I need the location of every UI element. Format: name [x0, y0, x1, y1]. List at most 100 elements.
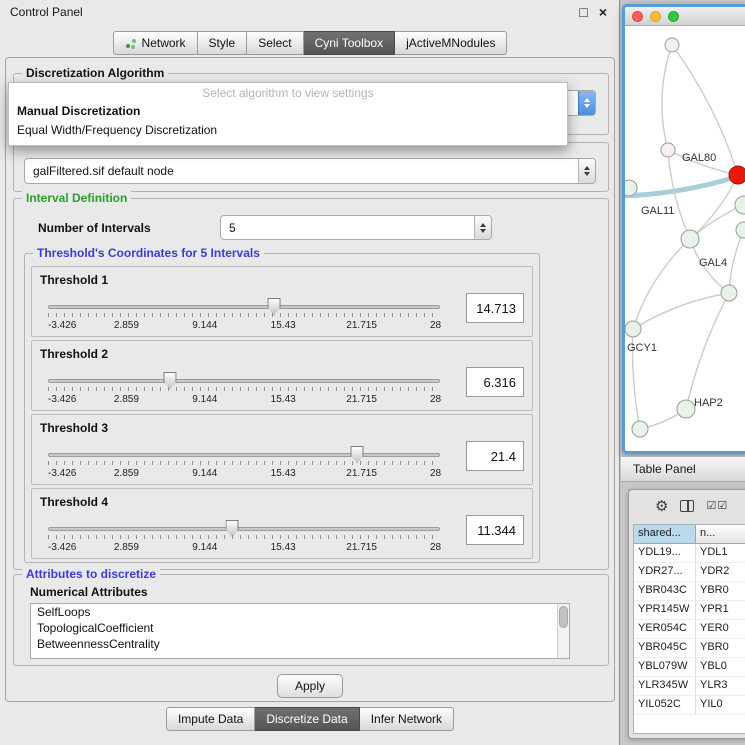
network-node[interactable] — [632, 421, 648, 437]
network-edge[interactable] — [729, 230, 744, 293]
tab-infer-network[interactable]: Infer Network — [360, 707, 454, 731]
table-panel-window: ⚙ ☑☑ shared... n... YDL19...YDL1YDR27...… — [628, 489, 745, 739]
table-row[interactable]: YDL19...YDL1 — [634, 544, 745, 563]
combo-stepper-icon — [578, 91, 595, 115]
network-node[interactable] — [736, 222, 745, 238]
threshold-value-field[interactable]: 6.316 — [466, 367, 524, 397]
tab-network[interactable]: Network — [113, 31, 198, 55]
tab-jactivemnodules[interactable]: jActiveMNodules — [395, 31, 507, 55]
slider-scale-label: 9.144 — [192, 542, 217, 553]
cell-name[interactable]: YDR2 — [696, 563, 745, 581]
settings-gear-icon[interactable]: ⚙ — [655, 499, 668, 514]
network-node[interactable] — [625, 180, 637, 196]
select-columns-icon[interactable]: ☑☑ — [706, 501, 728, 512]
slider-track[interactable] — [48, 305, 440, 309]
table-header-row: shared... n... — [634, 525, 745, 544]
tab-style[interactable]: Style — [198, 31, 248, 55]
node-table: shared... n... YDL19...YDL1YDR27...YDR2Y… — [633, 524, 745, 734]
apply-button[interactable]: Apply — [277, 674, 343, 698]
cell-shared-name[interactable]: YER054C — [634, 620, 696, 638]
network-window-titlebar[interactable] — [625, 7, 745, 26]
network-node-selected[interactable] — [729, 166, 745, 184]
tab-impute-data[interactable]: Impute Data — [166, 707, 255, 731]
list-scrollbar[interactable] — [557, 604, 569, 658]
threshold-value-field[interactable]: 11.344 — [466, 515, 524, 545]
table-row[interactable]: YBL079WYBL0 — [634, 658, 745, 677]
network-node[interactable] — [661, 143, 675, 157]
network-edge[interactable] — [633, 239, 690, 329]
network-edge[interactable] — [662, 45, 672, 150]
algorithm-option-manual-discretization[interactable]: Manual Discretization — [9, 102, 567, 121]
table-row[interactable]: YPR145WYPR1 — [634, 601, 745, 620]
network-edge[interactable] — [625, 172, 745, 196]
attribute-list-item[interactable]: TopologicalCoefficient — [31, 620, 569, 636]
threshold-slider[interactable]: -3.4262.8599.14415.4321.71528 — [44, 365, 444, 409]
column-header-name[interactable]: n... — [696, 525, 745, 543]
network-canvas[interactable]: GAL80GAL11GAL4GCY1HAP2 — [625, 26, 745, 450]
slider-scale-label: 21.715 — [346, 320, 377, 331]
network-node[interactable] — [665, 38, 679, 52]
network-node[interactable] — [721, 285, 737, 301]
minimize-traffic-light-icon[interactable] — [650, 11, 661, 22]
slider-scale-label: 15.43 — [271, 468, 296, 479]
network-node[interactable] — [625, 321, 641, 337]
group-title: Interval Definition — [22, 191, 131, 206]
column-header-shared-name[interactable]: shared... — [634, 525, 696, 543]
cell-shared-name[interactable]: YPR145W — [634, 601, 696, 619]
tab-discretize-data[interactable]: Discretize Data — [255, 707, 359, 731]
network-node[interactable] — [735, 196, 745, 214]
network-edge[interactable] — [686, 293, 729, 409]
cell-shared-name[interactable]: YDL19... — [634, 544, 696, 562]
slider-scale-label: 15.43 — [271, 542, 296, 553]
slider-scale-label: -3.426 — [48, 320, 76, 331]
cell-shared-name[interactable]: YDR27... — [634, 563, 696, 581]
network-node[interactable] — [681, 230, 699, 248]
close-window-icon[interactable]: × — [599, 5, 607, 19]
cell-name[interactable]: YPR1 — [696, 601, 745, 619]
show-columns-icon[interactable] — [680, 500, 694, 512]
algorithm-option-equal-width-frequency-discretization[interactable]: Equal Width/Frequency Discretization — [9, 121, 567, 140]
cell-name[interactable]: YBR0 — [696, 639, 745, 657]
cell-shared-name[interactable]: YLR345W — [634, 677, 696, 695]
slider-scale-label: 2.859 — [114, 542, 139, 553]
table-row[interactable]: YBR045CYBR0 — [634, 639, 745, 658]
scrollbar-thumb[interactable] — [559, 606, 568, 628]
cell-name[interactable]: YIL0 — [696, 696, 745, 714]
table-row[interactable]: YBR043CYBR0 — [634, 582, 745, 601]
cell-name[interactable]: YLR3 — [696, 677, 745, 695]
slider-track[interactable] — [48, 453, 440, 457]
slider-scale-label: -3.426 — [48, 542, 76, 553]
cell-name[interactable]: YBR0 — [696, 582, 745, 600]
cell-shared-name[interactable]: YBR045C — [634, 639, 696, 657]
slider-ticks — [48, 387, 440, 391]
attribute-list-item[interactable]: BetweennessCentrality — [31, 636, 569, 652]
float-window-icon[interactable]: □ — [579, 5, 587, 19]
cell-shared-name[interactable]: YBL079W — [634, 658, 696, 676]
table-row[interactable]: YIL052CYIL0 — [634, 696, 745, 715]
threshold-slider[interactable]: -3.4262.8599.14415.4321.71528 — [44, 291, 444, 335]
close-traffic-light-icon[interactable] — [632, 11, 643, 22]
cell-shared-name[interactable]: YBR043C — [634, 582, 696, 600]
cell-name[interactable]: YDL1 — [696, 544, 745, 562]
threshold-slider[interactable]: -3.4262.8599.14415.4321.71528 — [44, 513, 444, 557]
threshold-value-field[interactable]: 14.713 — [466, 293, 524, 323]
cell-shared-name[interactable]: YIL052C — [634, 696, 696, 714]
table-row[interactable]: YER054CYER0 — [634, 620, 745, 639]
network-node[interactable] — [677, 400, 695, 418]
cell-name[interactable]: YER0 — [696, 620, 745, 638]
threshold-value-field[interactable]: 21.4 — [466, 441, 524, 471]
table-data-combobox[interactable]: galFiltered.sif default node — [24, 158, 596, 184]
threshold-label: Threshold 1 — [40, 273, 108, 287]
slider-track[interactable] — [48, 379, 440, 383]
tab-select[interactable]: Select — [247, 31, 303, 55]
attribute-list-item[interactable]: SelfLoops — [31, 604, 569, 620]
slider-track[interactable] — [48, 527, 440, 531]
cell-name[interactable]: YBL0 — [696, 658, 745, 676]
table-row[interactable]: YLR345WYLR3 — [634, 677, 745, 696]
num-intervals-combobox[interactable]: 5 — [220, 215, 492, 240]
zoom-traffic-light-icon[interactable] — [668, 11, 679, 22]
threshold-slider[interactable]: -3.4262.8599.14415.4321.71528 — [44, 439, 444, 483]
slider-scale-label: 28 — [430, 468, 441, 479]
tab-cyni-toolbox[interactable]: Cyni Toolbox — [304, 31, 395, 55]
table-row[interactable]: YDR27...YDR2 — [634, 563, 745, 582]
